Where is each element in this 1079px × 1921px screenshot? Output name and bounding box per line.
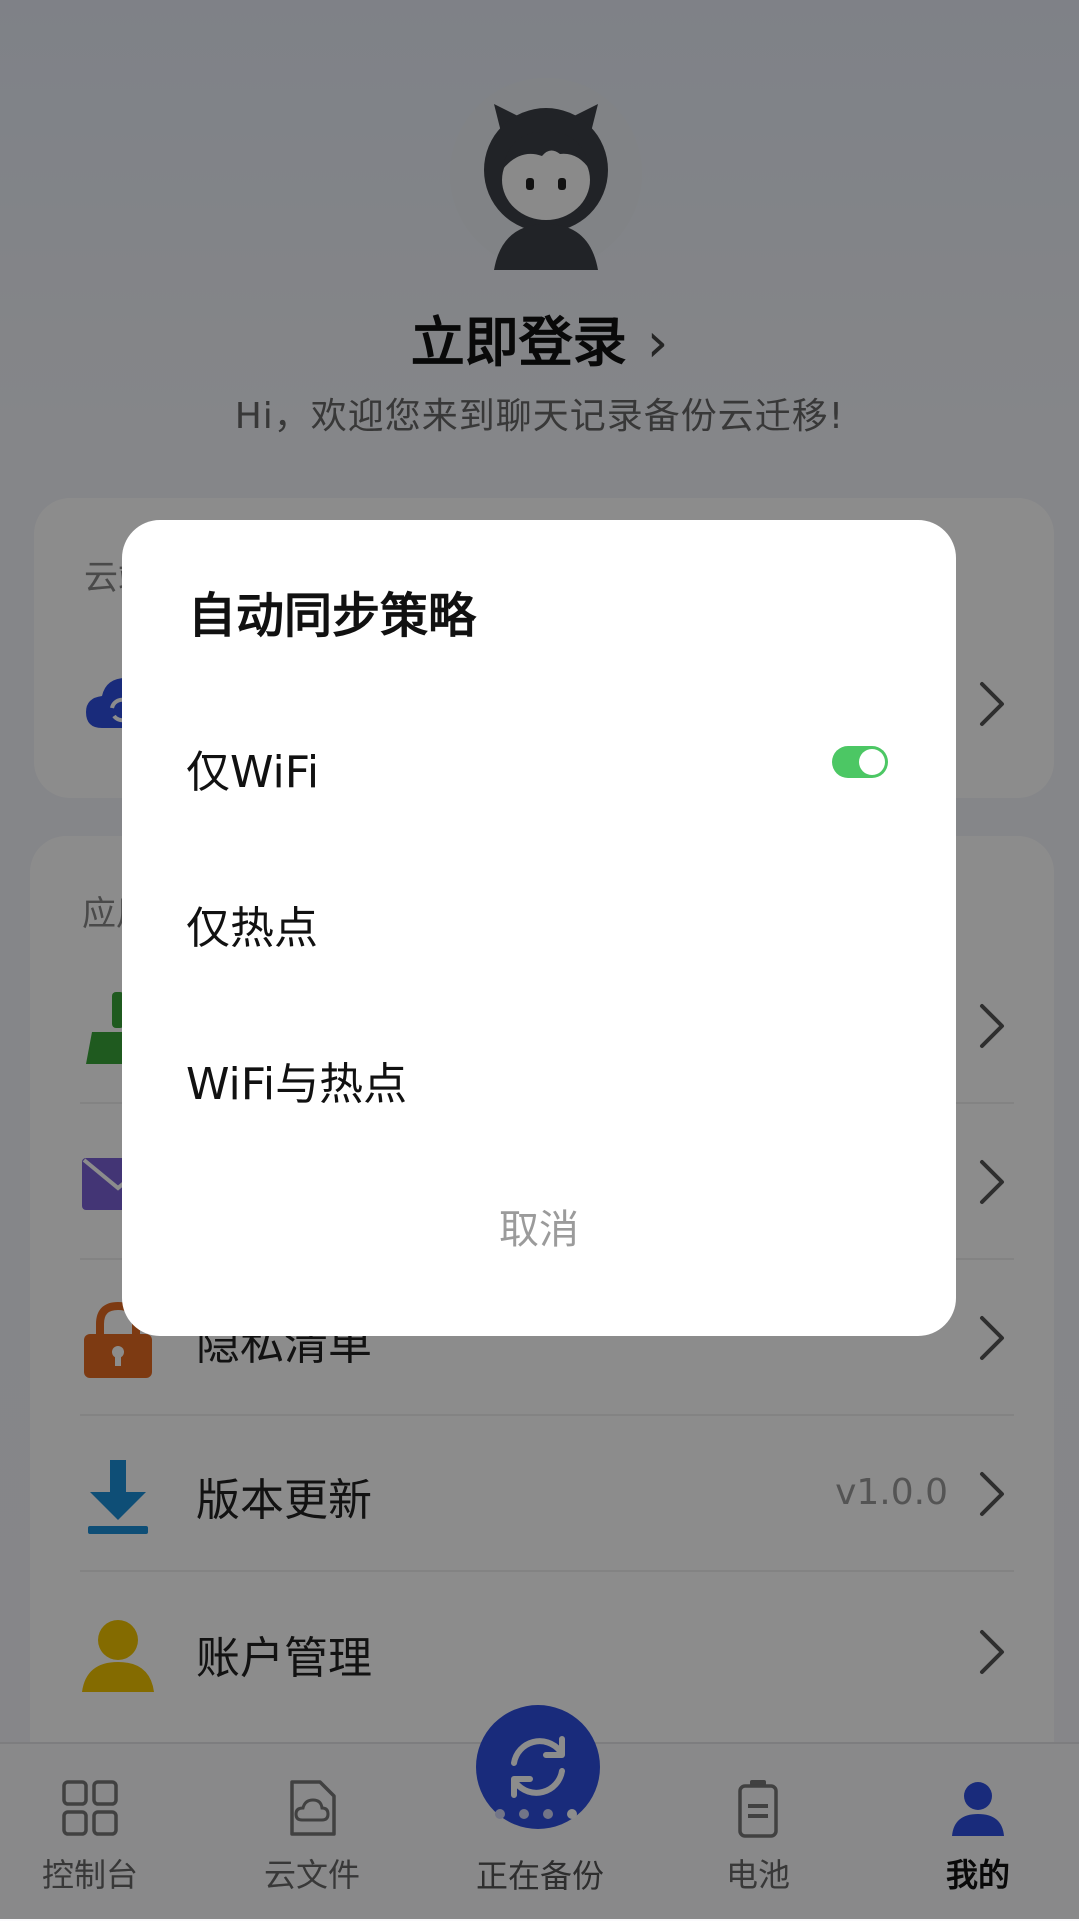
option-hotspot-only[interactable]: 仅热点 xyxy=(122,860,956,980)
cancel-button[interactable]: 取消 xyxy=(122,1180,956,1280)
option-wifi-and-hotspot[interactable]: WiFi与热点 xyxy=(122,1016,956,1136)
option-wifi-only[interactable]: 仅WiFi xyxy=(122,704,956,824)
option-label: WiFi与热点 xyxy=(186,1059,408,1110)
dialog-title: 自动同步策略 xyxy=(188,588,477,644)
toggle-knob xyxy=(859,749,885,775)
option-label: 仅热点 xyxy=(186,903,318,954)
sync-strategy-dialog: 自动同步策略 仅WiFi 仅热点 WiFi与热点 取消 xyxy=(122,520,956,1336)
wifi-only-toggle[interactable] xyxy=(832,746,888,778)
option-label: 仅WiFi xyxy=(186,747,320,798)
